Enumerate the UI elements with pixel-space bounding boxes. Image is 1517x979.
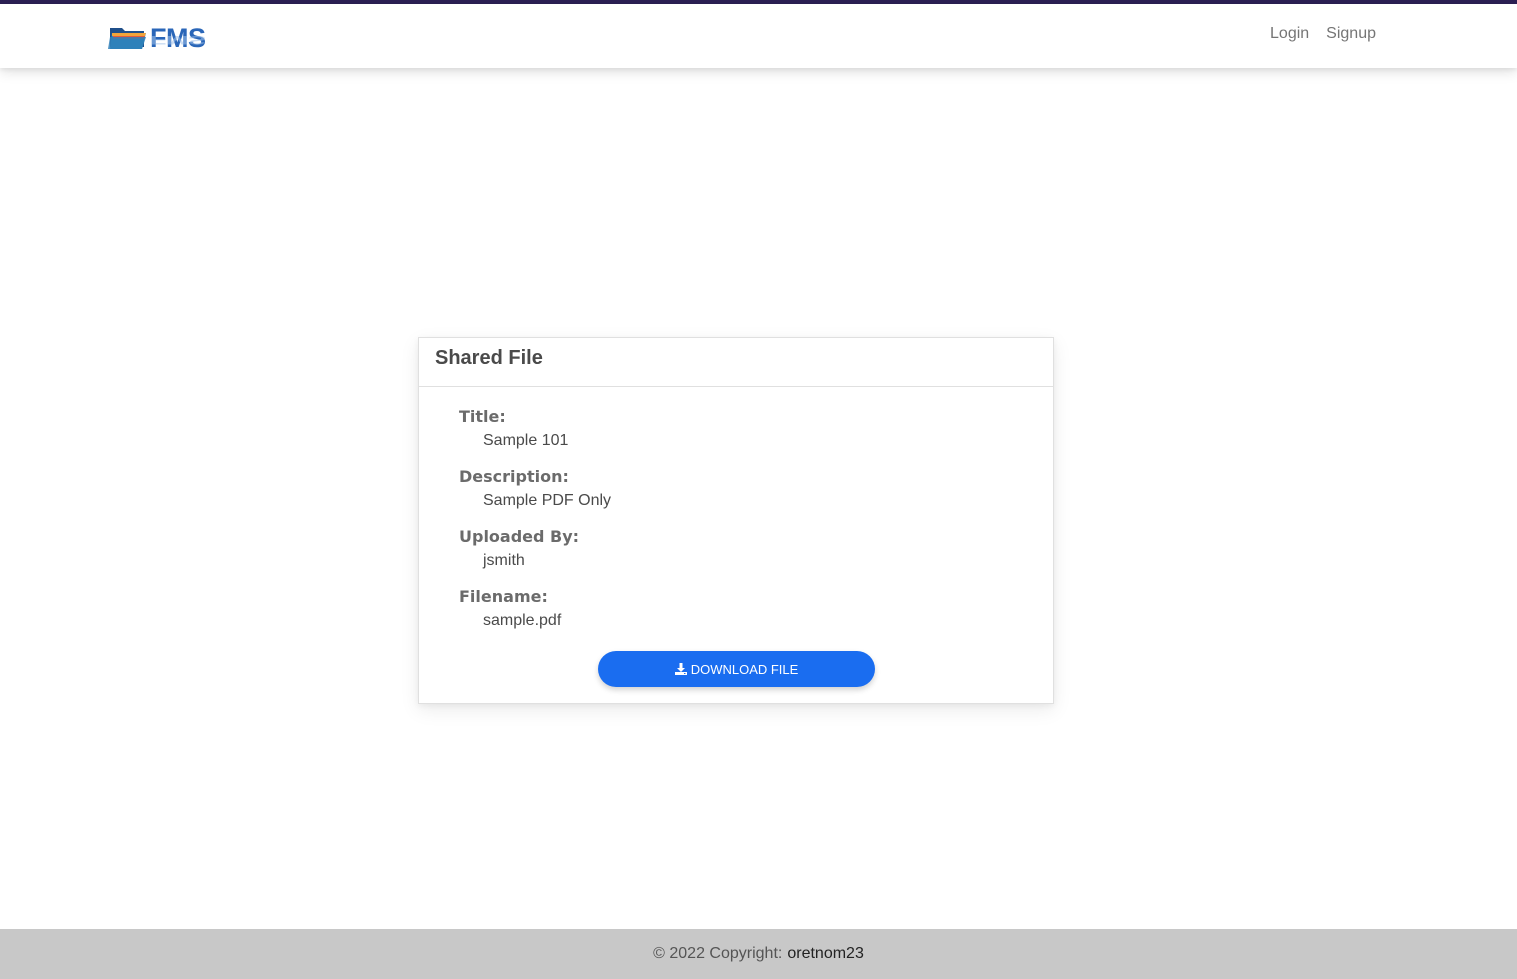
title-label: Title: <box>459 407 506 426</box>
navbar: FMS FMS Login Signup <box>0 4 1517 68</box>
nav-links: Login Signup <box>1270 25 1376 43</box>
title-value: Sample 101 <box>483 432 569 449</box>
uploaded-by-value: jsmith <box>483 552 525 569</box>
card-header: Shared File <box>419 338 1053 387</box>
signup-link[interactable]: Signup <box>1326 25 1376 43</box>
uploaded-by-label: Uploaded By: <box>459 527 580 546</box>
card-body: Title: Sample 101 Description: Sample PD… <box>419 387 1053 633</box>
filename-label: Filename: <box>459 587 548 606</box>
brand-name: FMS FMS <box>150 22 206 53</box>
description-label: Description: <box>459 467 569 486</box>
download-file-button[interactable]: DOWNLOAD FILE <box>598 651 875 687</box>
filename-value: sample.pdf <box>483 612 562 629</box>
copyright-text: © 2022 Copyright: <box>653 945 783 962</box>
footer: © 2022 Copyright: oretnom23 <box>0 929 1517 979</box>
author-link[interactable]: oretnom23 <box>787 945 864 963</box>
login-link[interactable]: Login <box>1270 25 1309 43</box>
brand-logo[interactable]: FMS FMS <box>108 18 206 56</box>
download-icon <box>674 663 687 675</box>
description-value: Sample PDF Only <box>483 492 612 509</box>
download-button-label: DOWNLOAD FILE <box>690 661 799 677</box>
folder-icon <box>108 25 148 51</box>
shared-file-card: Shared File Title: Sample 101 Descriptio… <box>418 337 1054 704</box>
card-title: Shared File <box>435 347 543 369</box>
